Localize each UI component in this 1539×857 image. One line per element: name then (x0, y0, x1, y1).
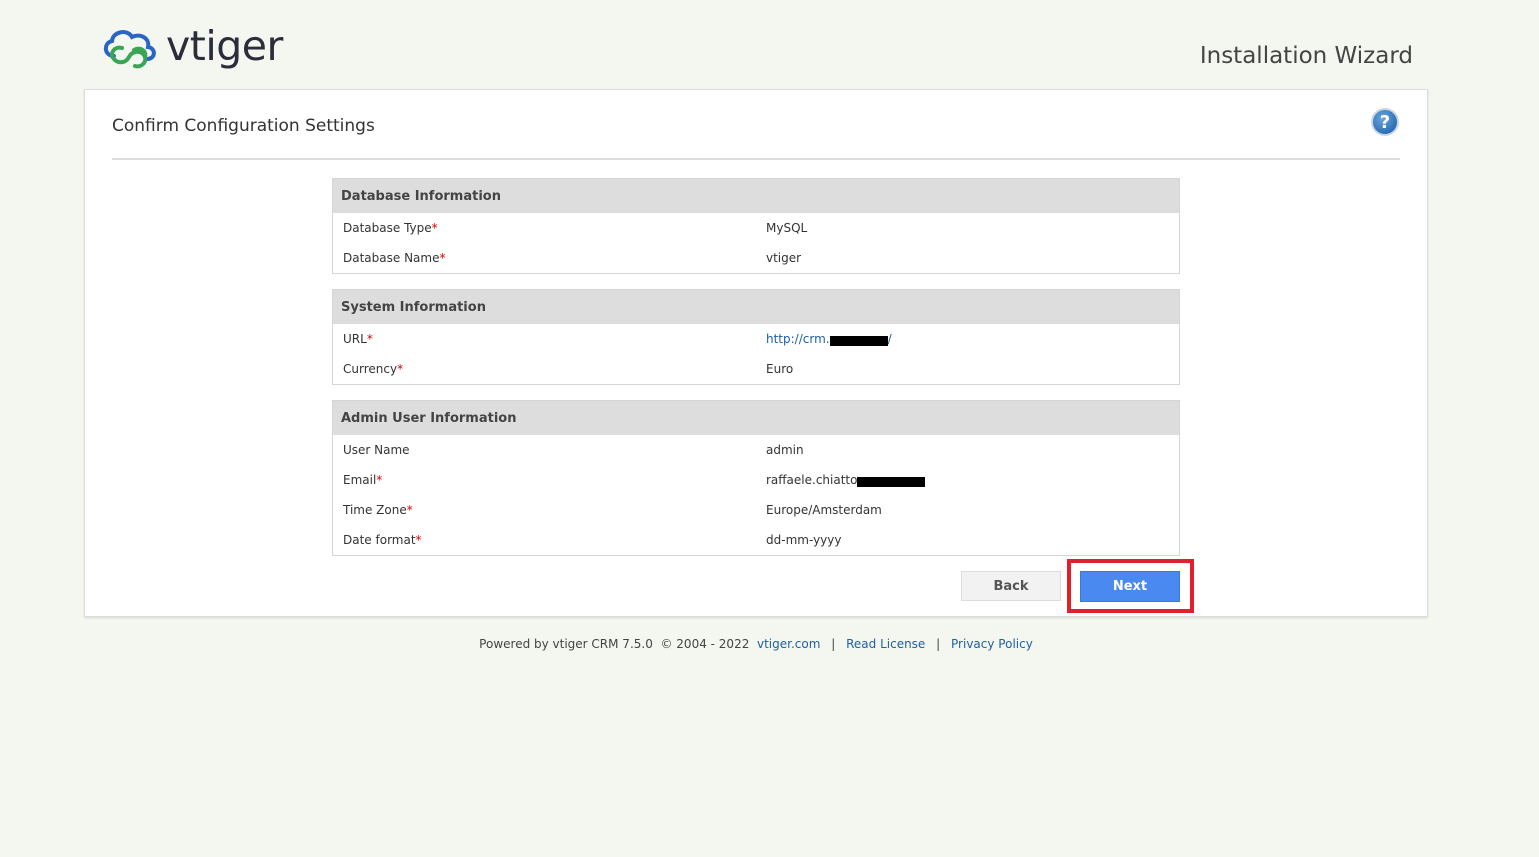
powered-by-text: Powered by vtiger CRM 7.5.0 (479, 637, 653, 651)
required-marker: * (431, 221, 438, 235)
date-format-row: Date format* dd-mm-yyyy (333, 525, 1179, 555)
field-value: dd-mm-yyyy (766, 533, 842, 547)
redaction-bar (857, 476, 926, 487)
field-value: MySQL (766, 221, 808, 235)
url-value: http://crm. / (766, 332, 892, 346)
next-button[interactable]: Next (1080, 571, 1180, 602)
question-circle-icon[interactable]: ? (1371, 108, 1399, 136)
field-value: Europe/Amsterdam (766, 503, 882, 517)
logo-text: vtiger (166, 21, 283, 70)
field-label: Email (343, 473, 377, 487)
redaction-bar (829, 335, 888, 346)
required-marker: * (376, 473, 383, 487)
configuration-panel: Confirm Configuration Settings ? Databas… (84, 89, 1428, 617)
read-license-link[interactable]: Read License (846, 637, 925, 651)
user-name-row: User Name admin (333, 435, 1179, 465)
currency-row: Currency* Euro (333, 354, 1179, 384)
cloud-logo-icon (103, 30, 156, 69)
required-marker: * (366, 332, 373, 346)
field-label: Time Zone (343, 503, 407, 517)
required-marker: * (415, 533, 422, 547)
system-information-section: System Information URL* http://crm. / Cur… (332, 289, 1180, 385)
field-label: Currency (343, 362, 398, 376)
separator: | (831, 637, 836, 651)
database-information-section: Database Information Database Type* MySQ… (332, 178, 1180, 274)
vtiger-link[interactable]: vtiger.com (757, 637, 820, 651)
section-header: System Information (333, 290, 1179, 324)
url-row: URL* http://crm. / (333, 324, 1179, 354)
page-title: Confirm Configuration Settings (112, 116, 375, 136)
vtiger-logo: vtiger (100, 21, 283, 72)
section-header: Database Information (333, 179, 1179, 213)
wizard-title: Installation Wizard (1199, 43, 1413, 69)
required-marker: * (406, 503, 413, 517)
footer: Powered by vtiger CRM 7.5.0 © 2004 - 202… (0, 637, 1512, 651)
field-value: Euro (766, 362, 794, 376)
field-label: URL (343, 332, 367, 346)
email-row: Email* raffaele.chiatto (333, 465, 1179, 495)
copyright-text: © 2004 - 2022 (660, 637, 750, 651)
email-value: raffaele.chiatto (757, 473, 926, 487)
time-zone-row: Time Zone* Europe/Amsterdam (333, 495, 1179, 525)
field-label: Database Name (343, 251, 440, 265)
field-label: Database Type (343, 221, 432, 235)
field-value: vtiger (766, 251, 802, 265)
title-divider (112, 158, 1400, 160)
field-value: admin (766, 443, 804, 457)
field-label: Date format (343, 533, 416, 547)
section-header: Admin User Information (333, 401, 1179, 435)
database-name-row: Database Name* vtiger (333, 243, 1179, 273)
required-marker: * (439, 251, 446, 265)
privacy-policy-link[interactable]: Privacy Policy (951, 637, 1033, 651)
field-label: User Name (343, 443, 410, 457)
database-type-row: Database Type* MySQL (333, 213, 1179, 243)
required-marker: * (397, 362, 404, 376)
separator: | (936, 637, 941, 651)
admin-user-information-section: Admin User Information User Name admin E… (332, 400, 1180, 556)
back-button[interactable]: Back (961, 571, 1061, 601)
